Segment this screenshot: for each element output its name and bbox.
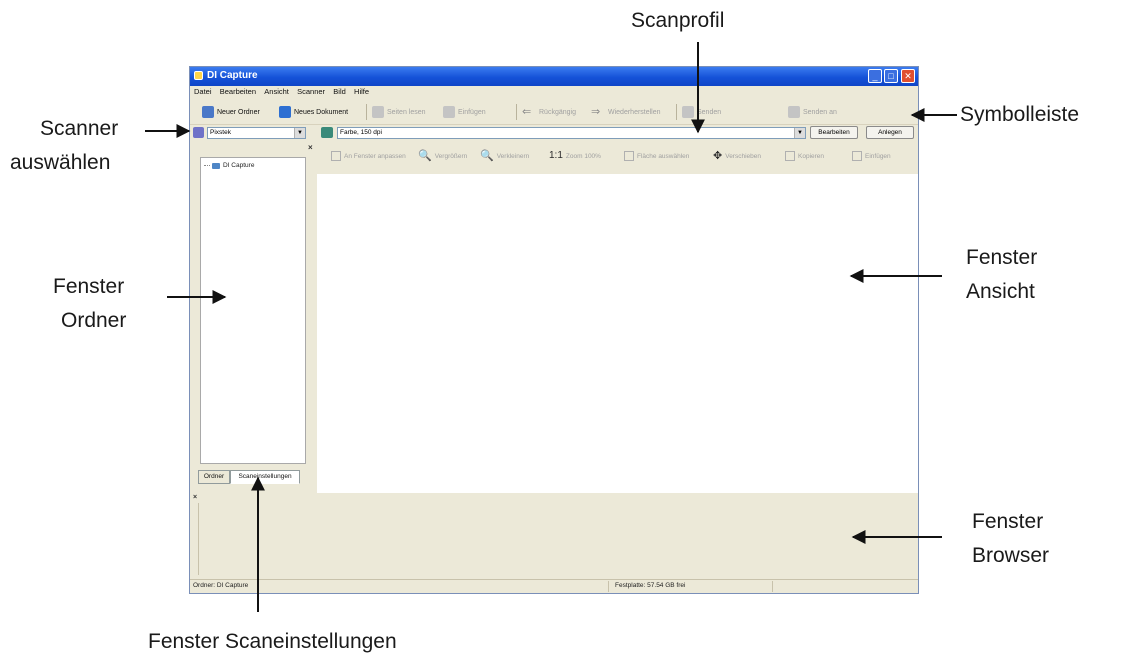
annotation-arrows <box>145 42 957 612</box>
